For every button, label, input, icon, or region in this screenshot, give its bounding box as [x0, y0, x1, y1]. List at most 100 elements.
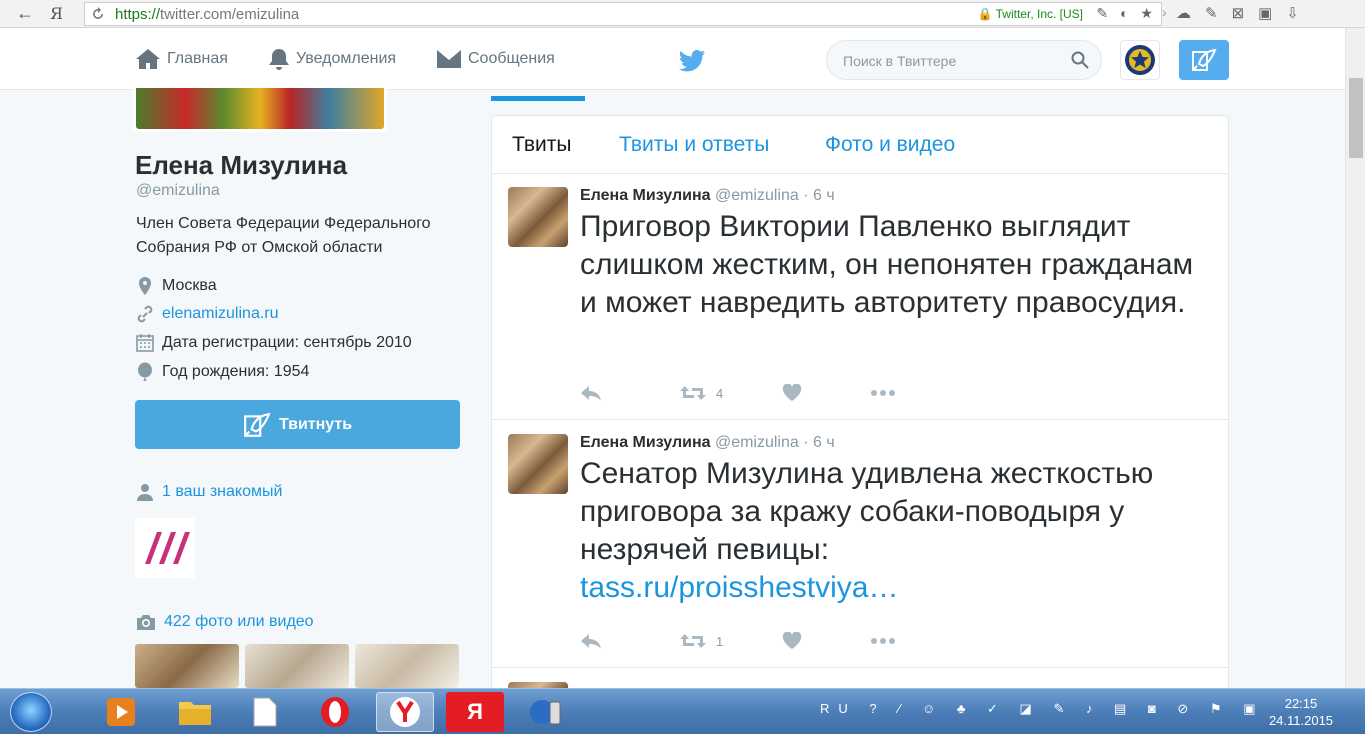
heart-icon	[782, 384, 802, 401]
nav-messages[interactable]: Сообщения	[436, 48, 555, 70]
yandex-browser-icon	[390, 697, 420, 727]
page-scrollbar[interactable]	[1345, 28, 1365, 688]
quill-icon	[244, 412, 271, 437]
media-thumbnail[interactable]	[135, 644, 239, 688]
timeline-tabs: Твиты Твиты и ответы Фото и видео	[492, 116, 1228, 174]
joined-text: Дата регистрации: сентябрь 2010	[162, 334, 412, 351]
tweet-author-handle[interactable]: @emizulina	[715, 187, 799, 204]
media-thumbnail[interactable]	[245, 644, 349, 688]
url-bar-icons[interactable]: ✎ ◐ ★	[1096, 5, 1157, 22]
start-button[interactable]	[10, 692, 52, 732]
timeline: Твиты Твиты и ответы Фото и видео Елена …	[491, 115, 1229, 690]
more-button[interactable]	[870, 632, 896, 650]
taskbar-yandex-browser[interactable]	[376, 692, 434, 732]
reply-button[interactable]	[580, 384, 602, 402]
extension-icons[interactable]: ☁✎⊠▣⇩	[1176, 4, 1313, 22]
taskbar-explorer[interactable]	[166, 692, 224, 732]
home-icon	[136, 49, 160, 69]
search-icon[interactable]	[1071, 51, 1089, 69]
photos-videos-link[interactable]: 422 фото или видео	[136, 613, 314, 631]
tab-tweets-and-replies[interactable]: Твиты и ответы	[619, 133, 769, 157]
tab-photos-videos[interactable]: Фото и видео	[825, 133, 955, 157]
star-badge-icon	[1125, 45, 1155, 75]
retweet-count: 4	[716, 385, 724, 401]
tab-tweets[interactable]: Твиты	[512, 133, 572, 157]
taskbar-document[interactable]	[236, 692, 294, 732]
tweet-header: Елена Мизулина @emizulina · 6 ч	[580, 434, 835, 452]
followers-you-know-label: 1 ваш знакомый	[162, 483, 283, 500]
tweet-header: Елена Мизулина @emizulina · 6 ч	[580, 187, 835, 205]
system-clock[interactable]: 22:15 24.11.2015	[1266, 695, 1336, 729]
tweet-avatar[interactable]	[508, 187, 568, 247]
tweet-actions: 1	[580, 632, 980, 652]
follower-avatar[interactable]	[135, 518, 195, 578]
tweet-author-handle[interactable]: @emizulina	[715, 434, 799, 451]
retweet-button[interactable]: 4	[680, 384, 723, 402]
link-icon	[137, 305, 153, 323]
back-arrow-icon[interactable]: ←	[16, 3, 34, 24]
chevron-right-icon[interactable]: ›	[1162, 4, 1167, 20]
profile-birth: Год рождения: 1954	[136, 362, 309, 382]
taskbar-network-app[interactable]	[516, 692, 574, 732]
retweet-icon	[680, 634, 706, 648]
tweet-avatar[interactable]	[508, 434, 568, 494]
tweet[interactable]: Елена Мизулина @emizulina · 6 ч Сенатор …	[492, 420, 1228, 668]
tweet[interactable]: Елена Мизулина @emizulina · 6 ч Приговор…	[492, 174, 1228, 420]
tweet-to-user-button[interactable]: Твитнуть	[135, 400, 460, 449]
camera-icon	[137, 615, 155, 630]
more-dots-icon	[871, 638, 895, 644]
profile-avatar-image[interactable]	[133, 88, 387, 132]
play-icon	[107, 698, 135, 726]
address-bar[interactable]: https://twitter.com/emizulina 🔒 Twitter,…	[84, 2, 1162, 26]
tweet-text: Сенатор Мизулина удивлена жесткостью при…	[580, 455, 1210, 607]
retweet-icon	[680, 386, 706, 400]
clock-time: 22:15	[1284, 696, 1318, 711]
person-icon	[137, 484, 153, 501]
yandex-letter: Я	[467, 699, 483, 724]
tweet-timestamp[interactable]: · 6 ч	[803, 187, 834, 204]
tweet-button-label: Твитнуть	[278, 415, 353, 433]
tweet-timestamp[interactable]: · 6 ч	[803, 434, 834, 451]
media-thumbnail[interactable]	[355, 644, 459, 688]
scrollbar-thumb[interactable]	[1349, 78, 1363, 158]
twitter-bird-icon[interactable]	[678, 50, 706, 72]
opera-icon	[321, 697, 349, 727]
birth-text: Год рождения: 1954	[162, 363, 310, 380]
nav-notifications[interactable]: Уведомления	[268, 48, 396, 70]
tweet-author-name[interactable]: Елена Мизулина	[580, 434, 711, 451]
user-avatar-menu[interactable]	[1120, 40, 1160, 80]
nav-home[interactable]: Главная	[135, 48, 228, 70]
search-input[interactable]: Поиск в Твиттере	[843, 53, 956, 69]
secure-badge[interactable]: 🔒 Twitter, Inc. [US]	[978, 7, 1083, 21]
like-button[interactable]	[782, 632, 802, 650]
profile-bio: Член Совета Федерации Федерального Собра…	[136, 215, 431, 256]
like-button[interactable]	[782, 384, 802, 402]
system-tray[interactable]: RU ? ⁄ ☺ ♣ ✓ ◪ ✎ ♪ ▤ ◙ ⊘ ⚑ ▣	[820, 701, 1264, 717]
reload-icon[interactable]	[91, 7, 105, 21]
reply-button[interactable]	[580, 632, 602, 650]
tweet-author-name[interactable]: Елена Мизулина	[580, 187, 711, 204]
compose-tweet-button[interactable]	[1179, 40, 1229, 80]
followers-you-know[interactable]: 1 ваш знакомый	[136, 483, 282, 501]
taskbar-media-player[interactable]	[92, 692, 150, 732]
nav-home-label: Главная	[167, 50, 228, 67]
taskbar-opera[interactable]	[306, 692, 364, 732]
website-link[interactable]: elenamizulina.ru	[162, 305, 279, 323]
tweet[interactable]	[492, 668, 1228, 689]
yandex-button[interactable]: Я	[50, 4, 63, 23]
browser-toolbar: ← Я https://twitter.com/emizulina 🔒 Twit…	[0, 0, 1365, 28]
dozhd-logo-icon	[145, 532, 190, 564]
language-indicator[interactable]: RU	[820, 701, 857, 716]
profile-handle[interactable]: @emizulina	[136, 182, 220, 200]
profile-name[interactable]: Елена Мизулина	[135, 150, 347, 181]
tweet-link[interactable]: tass.ru/proisshestviya…	[580, 571, 898, 604]
twitter-top-nav: Главная Уведомления Сообщения Поиск в Тв…	[0, 28, 1345, 90]
document-icon	[253, 697, 277, 727]
more-button[interactable]	[870, 384, 896, 402]
retweet-button[interactable]: 1	[680, 632, 723, 650]
nav-messages-label: Сообщения	[468, 50, 555, 67]
profile-website[interactable]: elenamizulina.ru	[136, 304, 279, 324]
globe-phone-icon	[530, 700, 561, 725]
search-box[interactable]: Поиск в Твиттере	[826, 40, 1102, 80]
taskbar-yandex[interactable]: Я	[446, 692, 504, 732]
